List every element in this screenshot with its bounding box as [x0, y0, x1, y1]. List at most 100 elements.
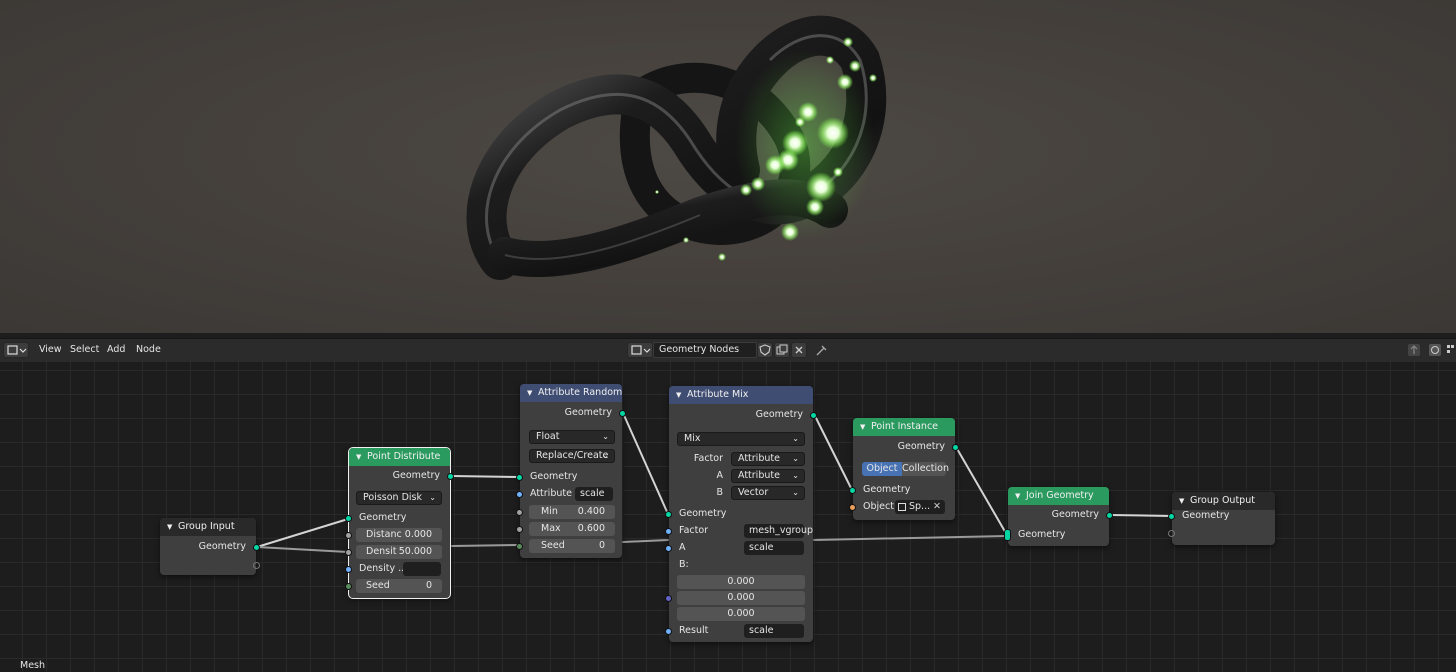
collapse-icon[interactable]: ▼: [527, 384, 532, 402]
collapse-icon[interactable]: ▼: [167, 518, 172, 536]
collapse-icon[interactable]: ▼: [860, 418, 865, 436]
attribute-name-field[interactable]: scale: [575, 487, 613, 501]
input-socket-object[interactable]: [849, 503, 856, 511]
b-x-field[interactable]: 0.000: [677, 575, 805, 589]
snap-icon[interactable]: [1428, 343, 1442, 360]
a-type-dropdown[interactable]: Attribute ⌄: [731, 469, 805, 483]
b-type-dropdown[interactable]: Vector ⌄: [731, 486, 805, 500]
density-attribute-field[interactable]: [403, 562, 441, 576]
node-point-instance[interactable]: ▼ Point Instance Geometry Object Collecti…: [849, 418, 959, 520]
input-socket-density-attribute[interactable]: [345, 565, 352, 573]
overlay-icon[interactable]: [1446, 343, 1456, 360]
node-join-geometry[interactable]: ▼ Join Geometry Geometry Geometry: [1004, 487, 1113, 546]
blend-type-dropdown[interactable]: Mix ⌄: [677, 432, 805, 446]
clear-object-icon[interactable]: ✕: [933, 500, 941, 514]
node-tree-name-field[interactable]: Geometry Nodes: [653, 342, 757, 358]
menu-select[interactable]: Select: [70, 344, 99, 355]
a-attribute-field[interactable]: scale: [744, 541, 804, 555]
input-socket-a[interactable]: [665, 544, 672, 552]
socket-label: Geometry: [863, 484, 911, 495]
menu-view[interactable]: View: [39, 344, 62, 355]
input-socket-geometry-multi[interactable]: [1004, 529, 1011, 541]
node-editor-canvas[interactable]: ▼ Group Input Geometry ▼ Point Distribute …: [0, 362, 1456, 672]
input-socket-b-vector[interactable]: [665, 594, 672, 602]
menu-add[interactable]: Add: [107, 344, 125, 355]
input-socket-seed[interactable]: [516, 542, 523, 550]
node-tree-icon[interactable]: [627, 342, 653, 358]
collapse-icon[interactable]: ▼: [1015, 487, 1020, 505]
duplicate-icon[interactable]: [774, 342, 790, 358]
editor-type-icon[interactable]: [3, 342, 29, 358]
input-socket-min[interactable]: [516, 508, 523, 516]
b-type-label: B: [716, 487, 723, 498]
chevron-down-icon: ⌄: [792, 488, 799, 497]
close-icon[interactable]: [791, 342, 807, 358]
socket-label: Density ...: [359, 563, 408, 574]
distance-field[interactable]: Distanc 0.000: [356, 528, 442, 542]
torus-knot-render: [466, 15, 887, 280]
b-y-field[interactable]: 0.000: [677, 591, 805, 605]
output-socket-geometry[interactable]: [1106, 511, 1113, 519]
distribute-method-dropdown[interactable]: Poisson Disk ⌄: [356, 491, 442, 505]
output-socket-geometry[interactable]: [447, 472, 454, 480]
factor-attribute-field[interactable]: mesh_vgroup: [744, 524, 813, 538]
collapse-icon[interactable]: ▼: [676, 386, 681, 404]
node-attribute-mix[interactable]: ▼ Attribute Mix Geometry Mix ⌄ Factor Attr…: [665, 386, 817, 642]
seed-field[interactable]: Seed 0: [356, 579, 442, 593]
parent-up-icon[interactable]: [1407, 343, 1421, 360]
output-socket-geometry[interactable]: [952, 443, 959, 451]
input-socket-distance[interactable]: [345, 531, 352, 539]
node-title: Point Distribute: [367, 451, 441, 462]
input-socket-result[interactable]: [665, 627, 672, 635]
output-socket-geometry[interactable]: [619, 409, 626, 417]
input-socket-max[interactable]: [516, 525, 523, 533]
chevron-down-icon: ⌄: [792, 454, 799, 463]
input-socket-geometry[interactable]: [516, 473, 523, 481]
dropdown-value: Mix: [684, 433, 701, 444]
factor-type-dropdown[interactable]: Attribute ⌄: [731, 452, 805, 466]
socket-label: Attribute: [530, 488, 572, 499]
node-editor-header: View Select Add Node Geometry Nodes: [0, 338, 1456, 363]
mode-object-toggle[interactable]: Object: [862, 462, 902, 476]
socket-label: Geometry: [679, 508, 727, 519]
output-socket-geometry[interactable]: [810, 411, 817, 419]
seed-field[interactable]: Seed 0: [529, 539, 615, 553]
link-mix-join: [813, 535, 1008, 541]
max-field[interactable]: Max 0.600: [529, 522, 615, 536]
input-socket-geometry[interactable]: [849, 486, 856, 494]
object-picker-field[interactable]: Sp... ✕: [895, 500, 945, 514]
context-label: Mesh: [20, 660, 46, 671]
node-title: Attribute Randomize: [538, 387, 622, 398]
link-randomize-mix: [622, 412, 669, 515]
node-group-output[interactable]: ▼ Group Output Geometry: [1168, 492, 1275, 545]
input-socket-geometry[interactable]: [1168, 512, 1175, 520]
b-z-field[interactable]: 0.000: [677, 607, 805, 621]
output-socket-geometry[interactable]: [253, 543, 260, 551]
pin-icon[interactable]: [815, 343, 829, 360]
node-group-input[interactable]: ▼ Group Input Geometry: [160, 518, 260, 575]
density-field[interactable]: Densit 50.000: [356, 545, 442, 559]
min-field[interactable]: Min 0.400: [529, 505, 615, 519]
result-attribute-field[interactable]: scale: [744, 624, 804, 638]
mode-collection-toggle[interactable]: Collection: [902, 462, 949, 476]
fake-user-shield-icon[interactable]: [757, 342, 773, 358]
menu-node[interactable]: Node: [136, 344, 161, 355]
input-socket-geometry[interactable]: [345, 514, 352, 522]
chevron-down-icon: ⌄: [602, 451, 609, 460]
data-type-dropdown[interactable]: Float ⌄: [529, 430, 615, 444]
input-socket-empty[interactable]: [1168, 529, 1175, 537]
output-socket-empty[interactable]: [253, 561, 260, 569]
input-socket-seed[interactable]: [345, 582, 352, 590]
node-attribute-randomize[interactable]: ▼ Attribute Randomize Geometry Float ⌄ Rep…: [516, 384, 626, 558]
input-socket-attribute[interactable]: [516, 490, 523, 498]
node-point-distribute[interactable]: ▼ Point Distribute Geometry Poisson Disk ⌄…: [345, 447, 454, 599]
collapse-icon[interactable]: ▼: [356, 448, 361, 466]
input-socket-factor[interactable]: [665, 527, 672, 535]
input-socket-density[interactable]: [345, 548, 352, 556]
input-socket-geometry[interactable]: [665, 510, 672, 518]
dropdown-value: Replace/Create: [536, 450, 609, 461]
operation-dropdown[interactable]: Replace/Create ⌄: [529, 449, 615, 463]
socket-label: Geometry: [1051, 509, 1099, 520]
socket-label: Geometry: [198, 541, 246, 552]
3d-viewport[interactable]: [0, 0, 1456, 333]
